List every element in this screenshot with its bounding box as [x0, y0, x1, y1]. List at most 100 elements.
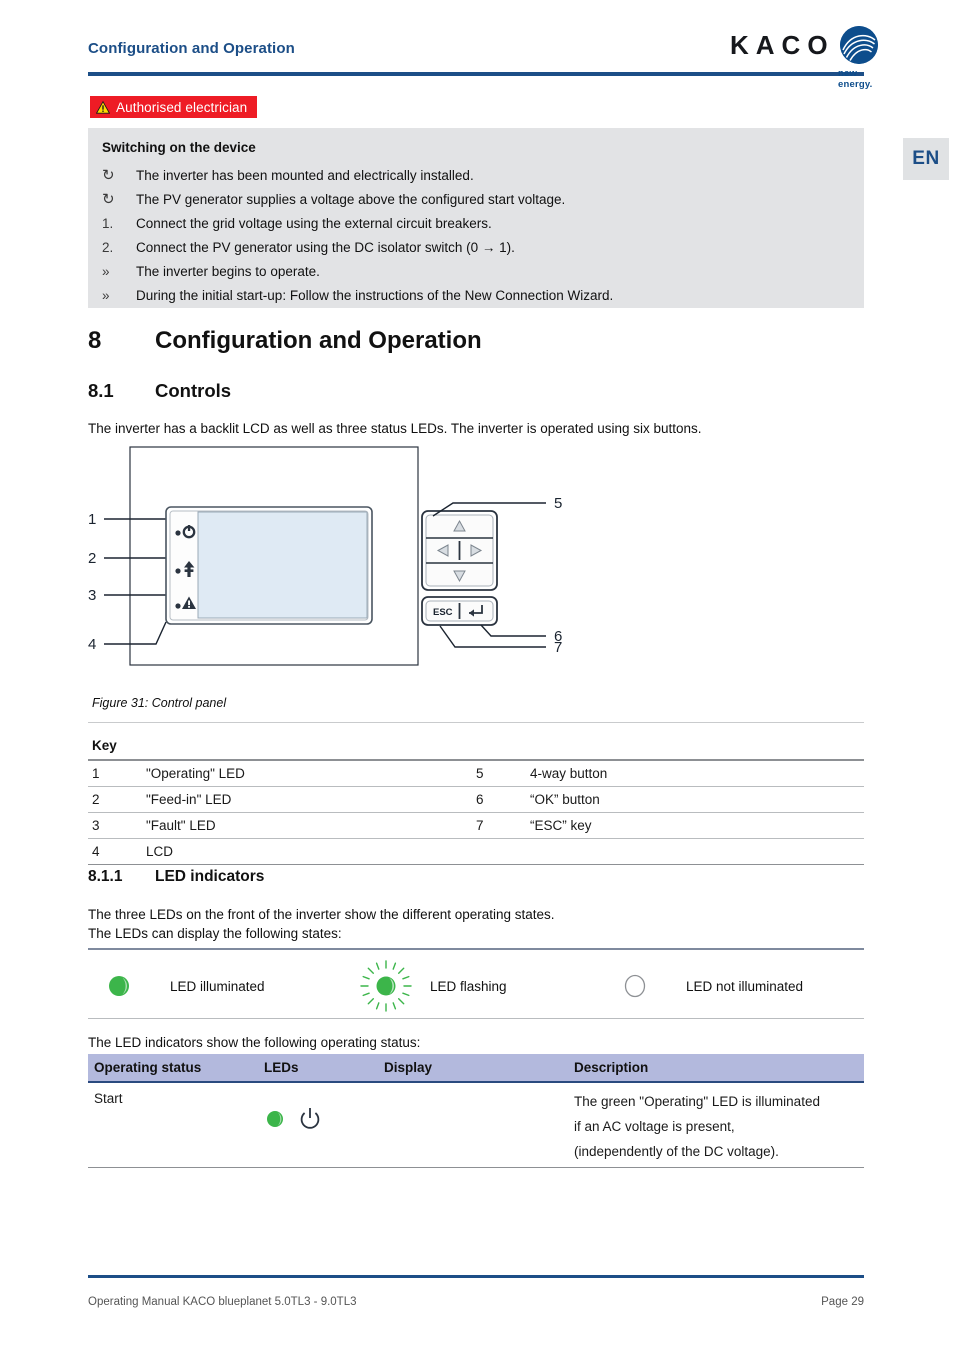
logo-tagline: new energy.: [838, 68, 873, 90]
figure-callout-1: 1: [88, 511, 96, 528]
table-row: 2 "Feed-in" LED 6 “OK” button: [88, 787, 864, 813]
list-item-marker: 2.: [102, 240, 114, 255]
section-number: 8: [88, 327, 102, 354]
key-label: "Feed-in" LED: [146, 791, 232, 807]
key-number: 3: [92, 817, 100, 833]
warning-banner-label: Authorised electrician: [116, 99, 248, 115]
language-tab-label: EN: [912, 148, 940, 169]
instruction-box-title: Switching on the device: [102, 140, 256, 155]
footer-page-number: Page 29: [821, 1296, 864, 1308]
section-heading-8: 8 Configuration and Operation: [88, 327, 482, 355]
list-item: » The inverter begins to operate.: [102, 260, 852, 284]
legend-top-rule: [88, 948, 864, 950]
table-row: 4 LCD: [88, 839, 864, 865]
led-illuminated-icon: [109, 976, 129, 996]
kaco-logo: KACO new energy.: [730, 26, 878, 90]
controls-intro-text: The inverter has a backlit LCD as well a…: [88, 421, 702, 436]
status-table-intro: The LED indicators show the following op…: [88, 1035, 421, 1050]
key-label: 4-way button: [530, 765, 608, 781]
led-intro-line-2: The LEDs can display the following state…: [88, 926, 342, 941]
list-item-text: The PV generator supplies a voltage abov…: [136, 192, 566, 207]
legend-item-not-illuminated: LED not illuminated: [618, 960, 803, 1012]
list-item-text: Connect the PV generator using the DC is…: [136, 240, 515, 255]
logo-wordmark: KACO: [730, 30, 835, 60]
list-item-marker: »: [102, 264, 110, 279]
legend-item-illuminated: LED illuminated: [102, 960, 265, 1012]
control-panel-figure: 1 2 3 4 ESC 5 6 7: [88, 445, 588, 680]
key-number: 6: [476, 791, 484, 807]
led-state-legend: LED illuminated LED flashing LED not ill…: [88, 960, 864, 1012]
document-page: Configuration and Operation KACO new ene…: [0, 0, 954, 1350]
authorised-electrician-banner: Authorised electrician: [90, 96, 258, 118]
legend-label: LED illuminated: [170, 978, 265, 994]
led-indicators-intro: The three LEDs on the front of the inver…: [88, 905, 555, 943]
footer-manual-title: Operating Manual KACO blueplanet 5.0TL3 …: [88, 1296, 357, 1308]
kaco-globe-icon: [840, 26, 878, 64]
list-item: 2. Connect the PV generator using the DC…: [102, 236, 852, 260]
legend-bottom-rule: [88, 1018, 864, 1019]
section-title: Configuration and Operation: [155, 327, 482, 354]
list-item-text: During the initial start-up: Follow the …: [136, 288, 614, 303]
key-number: 5: [476, 765, 484, 781]
description-line-2: if an AC voltage is present,: [574, 1119, 735, 1134]
cell-display: [384, 1083, 574, 1167]
key-label: "Fault" LED: [146, 817, 216, 833]
section-heading-8-1: 8.1 Controls: [88, 380, 231, 402]
led-flashing-icon: [360, 960, 412, 1012]
cell-operating-status: Start: [94, 1091, 123, 1106]
cell-description: The green "Operating" LED is illuminated…: [574, 1083, 864, 1167]
figure-callout-3: 3: [88, 587, 96, 604]
led-not-illuminated-icon: [624, 974, 646, 998]
green-led-icon: [267, 1111, 283, 1127]
list-item-marker: »: [102, 288, 110, 303]
header-title: Configuration and Operation: [88, 40, 295, 57]
key-number: 7: [476, 817, 484, 833]
key-table: Key 1 "Operating" LED 5 4-way button 2 "…: [88, 736, 864, 865]
section-title: LED indicators: [155, 868, 265, 885]
figure-callout-4: 4: [88, 636, 96, 653]
list-item: » During the initial start-up: Follow th…: [102, 284, 852, 308]
figure-divider: [88, 722, 864, 723]
section-title: Controls: [155, 380, 232, 401]
list-item-marker: ↻: [102, 191, 115, 208]
legend-label: LED not illuminated: [686, 978, 804, 994]
figure-callout-5: 5: [554, 495, 562, 512]
figure-caption: Figure 31: Control panel: [92, 696, 227, 710]
key-number: 1: [92, 765, 100, 781]
led-intro-line-1: The three LEDs on the front of the inver…: [88, 907, 555, 922]
operating-status-table: Operating status LEDs Display Descriptio…: [88, 1054, 864, 1168]
section-number: 8.1.1: [88, 868, 123, 885]
power-symbol-icon: [300, 1108, 320, 1129]
list-item: ↻ The PV generator supplies a voltage ab…: [102, 188, 852, 212]
list-item-text: The inverter begins to operate.: [136, 264, 320, 279]
legend-item-flashing: LED flashing: [360, 960, 507, 1012]
key-number: 2: [92, 791, 100, 807]
table-row: 1 "Operating" LED 5 4-way button: [88, 761, 864, 787]
list-item-marker: ↻: [102, 167, 115, 184]
table-row: Start The green "Operating" LED is illum…: [88, 1083, 864, 1168]
list-item-marker: 1.: [102, 216, 114, 231]
column-header-description: Description: [574, 1060, 649, 1075]
column-header-leds: LEDs: [264, 1060, 299, 1075]
list-item: ↻ The inverter has been mounted and elec…: [102, 164, 852, 188]
list-item-text: Connect the grid voltage using the exter…: [136, 216, 492, 231]
legend-label: LED flashing: [430, 978, 507, 994]
key-number: 4: [92, 843, 100, 859]
column-header-display: Display: [384, 1060, 433, 1075]
column-header-operating-status: Operating status: [94, 1060, 202, 1075]
table-header-row: Operating status LEDs Display Descriptio…: [88, 1054, 864, 1083]
instruction-box: Switching on the device ↻ The inverter h…: [88, 128, 864, 308]
footer-rule: [88, 1275, 864, 1278]
list-item-text: The inverter has been mounted and electr…: [136, 168, 474, 183]
table-row: 3 "Fault" LED 7 “ESC” key: [88, 813, 864, 839]
figure-callout-7: 7: [554, 639, 562, 656]
warning-triangle-icon: [96, 100, 110, 114]
key-label: LCD: [146, 843, 174, 859]
instruction-list: ↻ The inverter has been mounted and elec…: [102, 164, 852, 308]
description-line-1: The green "Operating" LED is illuminated: [574, 1094, 820, 1109]
key-label: “OK” button: [530, 791, 600, 807]
language-tab-en: EN: [903, 138, 949, 180]
key-label: “ESC” key: [530, 817, 592, 833]
cell-leds: [264, 1083, 384, 1167]
description-line-3: (independently of the DC voltage).: [574, 1144, 779, 1159]
